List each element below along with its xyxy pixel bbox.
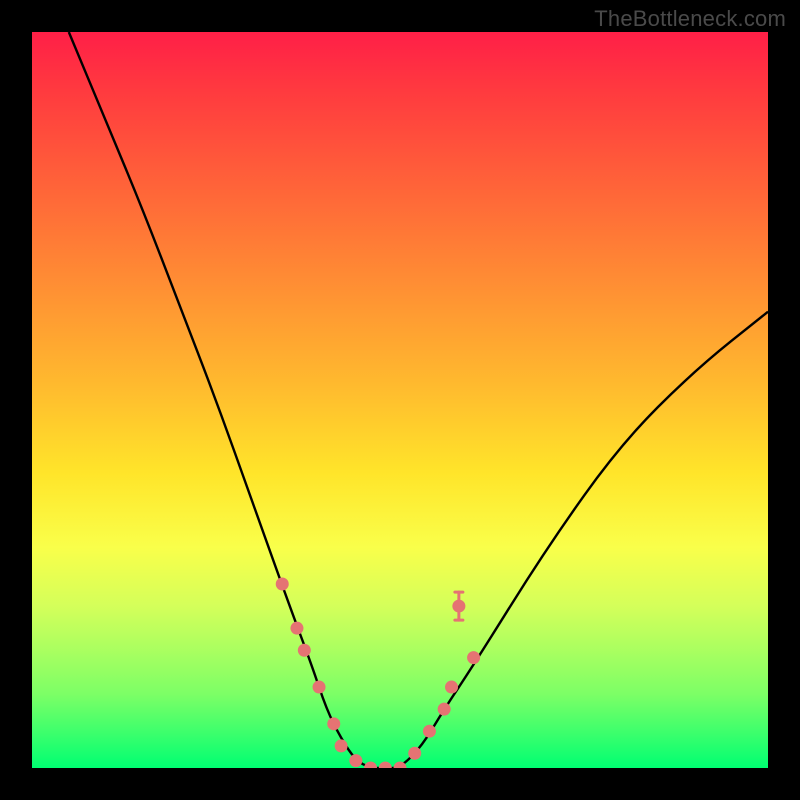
bottleneck-curve [69,32,768,768]
plot-area [32,32,768,768]
watermark-text: TheBottleneck.com [594,6,786,32]
valley-markers [276,578,480,769]
chart-frame: TheBottleneck.com [0,0,800,800]
curve-svg [32,32,768,768]
